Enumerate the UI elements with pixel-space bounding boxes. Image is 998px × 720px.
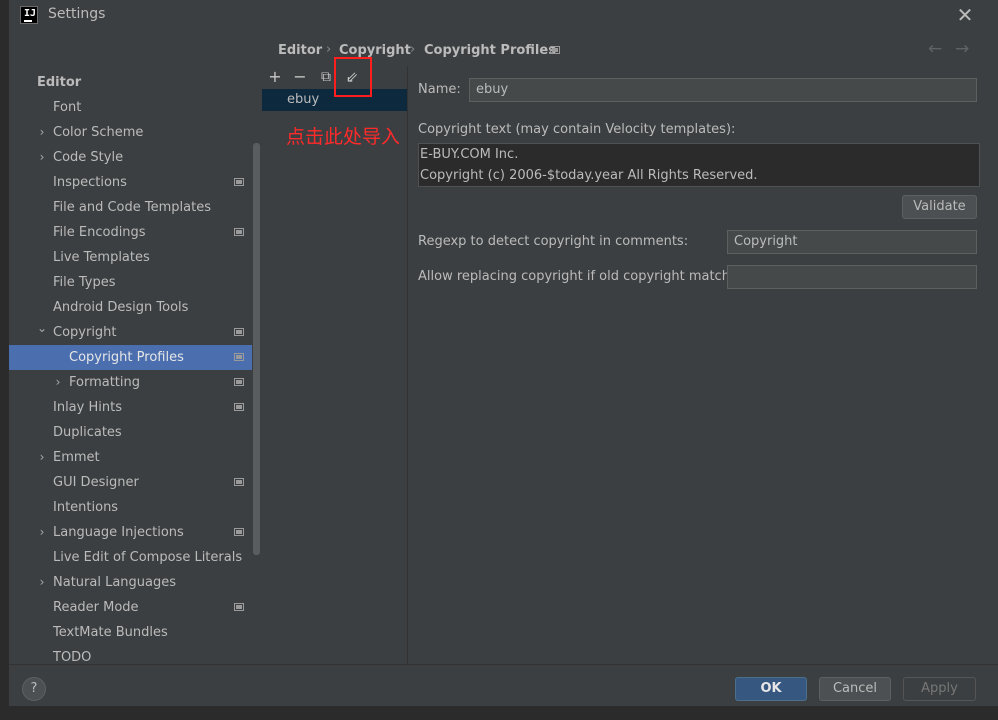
validate-button[interactable]: Validate — [902, 195, 977, 219]
project-scope-icon — [234, 378, 244, 386]
tree-item-label: Code Style — [53, 150, 124, 165]
copyright-line: Copyright (c) 2006-$today.year All Right… — [420, 168, 758, 183]
regexp-label: Regexp to detect copyright in comments: — [418, 234, 689, 249]
copyright-line: E-BUY.COM Inc. — [420, 147, 519, 162]
tree-item-label: Emmet — [53, 450, 100, 465]
tree-item-label: File and Code Templates — [53, 200, 211, 215]
project-scope-icon — [234, 228, 244, 236]
tree-item-label: Android Design Tools — [53, 300, 189, 315]
tree-item-label: Live Templates — [53, 250, 150, 265]
tree-item-editor[interactable]: Editor — [9, 70, 252, 95]
tree-item-live-templates[interactable]: Live Templates — [9, 245, 252, 270]
tree-item-label: TextMate Bundles — [53, 625, 168, 640]
tree-item-label: Inlay Hints — [53, 400, 122, 415]
project-scope-icon — [234, 328, 244, 336]
regexp-field[interactable]: Copyright — [727, 230, 977, 254]
window-title: Settings — [48, 6, 106, 22]
breadcrumb-copyright[interactable]: Copyright — [339, 43, 411, 58]
project-scope-icon — [550, 46, 560, 54]
name-field[interactable]: ebuy — [469, 78, 977, 102]
chevron-right-icon[interactable]: › — [36, 520, 48, 545]
tree-item-label: Copyright — [53, 325, 117, 340]
tree-item-natural-languages[interactable]: › Natural Languages — [9, 570, 252, 595]
tree-item-file-types[interactable]: File Types — [9, 270, 252, 295]
chevron-down-icon[interactable]: ⌄ — [36, 316, 48, 341]
tree-item-textmate-bundles[interactable]: TextMate Bundles — [9, 620, 252, 645]
chevron-right-icon[interactable]: › — [36, 445, 48, 470]
tree-item-label: Language Injections — [53, 525, 184, 540]
tree-item-label: GUI Designer — [53, 475, 139, 490]
chevron-right-icon[interactable]: › — [36, 570, 48, 595]
tree-item-reader-mode[interactable]: Reader Mode — [9, 595, 252, 620]
tree-item-label: File Types — [53, 275, 116, 290]
tree-item-label: Reader Mode — [53, 600, 139, 615]
profile-name: ebuy — [287, 92, 320, 107]
chevron-right-icon[interactable]: › — [36, 120, 48, 145]
remove-profile-icon[interactable]: − — [289, 66, 311, 88]
tree-item-font[interactable]: Font — [9, 95, 252, 120]
project-scope-icon — [234, 478, 244, 486]
cancel-button[interactable]: Cancel — [819, 677, 891, 701]
tree-item-file-encodings[interactable]: File Encodings — [9, 220, 252, 245]
chevron-right-icon[interactable]: › — [36, 145, 48, 170]
background-editor-strip — [0, 0, 9, 720]
tree-item-label: Copyright Profiles — [69, 350, 184, 365]
project-scope-icon — [234, 403, 244, 411]
project-scope-icon — [234, 528, 244, 536]
breadcrumb-copyright-profiles: Copyright Profiles — [424, 43, 556, 58]
tree-item-intentions[interactable]: Intentions — [9, 495, 252, 520]
allow-replacing-field[interactable] — [727, 265, 977, 289]
allow-replacing-label: Allow replacing copyright if old copyrig… — [418, 269, 750, 284]
back-arrow-icon[interactable]: ← — [928, 39, 942, 59]
annotation-highlight-box — [334, 57, 372, 97]
tree-item-copyright-profiles[interactable]: Copyright Profiles — [9, 345, 252, 370]
ok-button[interactable]: OK — [735, 677, 807, 701]
tree-item-duplicates[interactable]: Duplicates — [9, 420, 252, 445]
apply-button[interactable]: Apply — [903, 677, 976, 701]
tree-item-label: Live Edit of Compose Literals — [53, 550, 243, 565]
tree-item-label: File Encodings — [53, 225, 146, 240]
annotation-text: 点击此处导入 — [286, 126, 401, 148]
background-editor-bottom — [0, 706, 998, 720]
tree-item-live-edit-of-compose-literals[interactable]: Live Edit of Compose Literals — [9, 545, 252, 570]
name-label: Name: — [418, 82, 461, 97]
tree-item-file-and-code-templates[interactable]: File and Code Templates — [9, 195, 252, 220]
tree-item-label: Intentions — [53, 500, 119, 515]
tree-item-gui-designer[interactable]: GUI Designer — [9, 470, 252, 495]
tree-item-label: Duplicates — [53, 425, 122, 440]
tree-item-emmet[interactable]: › Emmet — [9, 445, 252, 470]
project-scope-icon — [234, 353, 244, 361]
copyright-text-label: Copyright text (may contain Velocity tem… — [418, 122, 736, 137]
tree-scrollbar[interactable] — [253, 143, 260, 555]
breadcrumb-editor[interactable]: Editor — [278, 43, 322, 58]
tree-item-code-style[interactable]: › Code Style — [9, 145, 252, 170]
tree-item-inlay-hints[interactable]: Inlay Hints — [9, 395, 252, 420]
chevron-right-icon[interactable]: › — [52, 370, 64, 395]
title-bar — [9, 0, 998, 30]
tree-item-label: Natural Languages — [53, 575, 177, 590]
tree-item-copyright[interactable]: ⌄ Copyright — [9, 320, 252, 345]
help-button[interactable]: ? — [22, 677, 46, 701]
tree-item-formatting[interactable]: › Formatting — [9, 370, 252, 395]
project-scope-icon — [234, 603, 244, 611]
forward-arrow-icon[interactable]: → — [955, 39, 969, 59]
breadcrumb-separator: › — [410, 42, 416, 57]
add-profile-icon[interactable]: + — [264, 66, 286, 88]
tree-item-label: Color Scheme — [53, 125, 144, 140]
tree-item-color-scheme[interactable]: › Color Scheme — [9, 120, 252, 145]
project-scope-icon — [234, 178, 244, 186]
tree-item-label: Editor — [37, 75, 82, 90]
tree-item-label: Formatting — [69, 375, 141, 390]
copyright-text-editor[interactable]: E-BUY.COM Inc. Copyright (c) 2006-$today… — [418, 143, 980, 187]
intellij-app-icon: IJ — [20, 6, 38, 24]
close-icon[interactable]: ✕ — [952, 4, 978, 26]
profiles-list-panel — [262, 66, 408, 664]
tree-item-label: Font — [53, 100, 82, 115]
tree-item-language-injections[interactable]: › Language Injections — [9, 520, 252, 545]
tree-item-label: Inspections — [53, 175, 127, 190]
tree-item-inspections[interactable]: Inspections — [9, 170, 252, 195]
breadcrumb-separator: › — [326, 42, 332, 57]
